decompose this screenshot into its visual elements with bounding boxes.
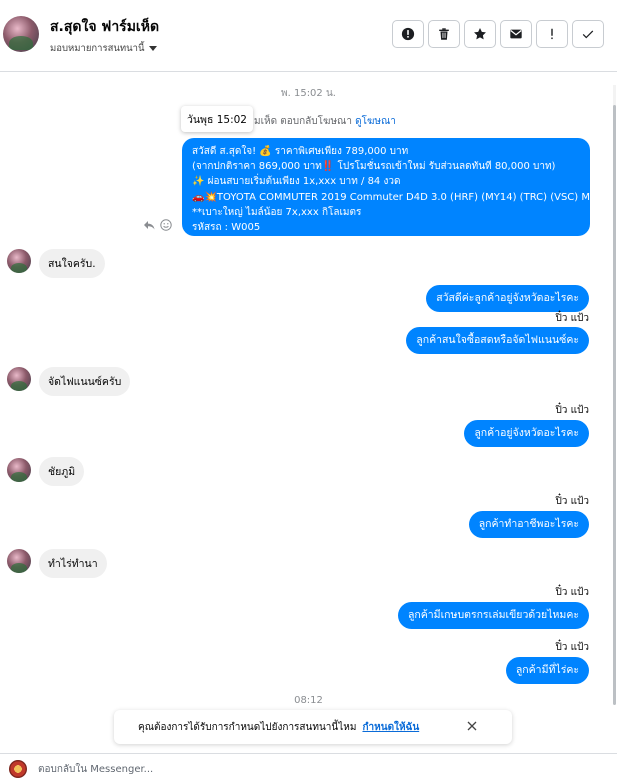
sender-name: ปิ๋ว แป้ว [555, 313, 589, 324]
thread-scrollbar[interactable] [612, 85, 617, 705]
assign-prompt-bar: คุณต้องการได้รับการกำหนดไปยังการสนทนานี้… [114, 710, 512, 744]
ad-reply-note: มเห็ด ตอบกลับโฆษณา ดูโฆษณา [254, 114, 396, 129]
ad-line: (จากปกติราคา 869,000 บาท‼️ โปรโมชั่นรถเข… [192, 161, 556, 173]
ad-line: ✨ ผ่อนสบายเริ่มต้นเพียง 1x,xxx บาท / 84 … [192, 176, 401, 188]
mark-done-button[interactable] [572, 20, 604, 48]
mark-unread-button[interactable] [500, 20, 532, 48]
outgoing-message[interactable]: ลูกค้าทำอาชีพอะไรคะ [468, 511, 589, 538]
outgoing-message[interactable]: สวัสดีค่ะลูกค้าอยู่จังหวัดอะไรคะ [426, 285, 589, 312]
assign-conversation-dropdown[interactable]: มอบหมายการสนทนานี้ [50, 41, 157, 56]
delete-button[interactable] [428, 20, 460, 48]
assign-conversation-label: มอบหมายการสนทนานี้ [50, 43, 145, 54]
contact-name[interactable]: ส.สุดใจ ฟาร์มเห็ด [50, 16, 159, 38]
ad-line: **เบาะใหญ่ ไมล์น้อย 7x,xxx กิโลเมตร [192, 206, 362, 218]
reply-icon[interactable] [143, 219, 155, 231]
contact-avatar-small [7, 249, 31, 273]
page-avatar [9, 760, 27, 778]
smile-icon[interactable] [160, 219, 172, 231]
outgoing-message[interactable]: ลูกค้าอยู่จังหวัดอะไรคะ [464, 420, 589, 447]
sender-name: ปิ๋ว แป้ว [555, 642, 589, 653]
caret-down-icon [148, 46, 157, 51]
outgoing-message[interactable]: ลูกค้ามีที่ไร่คะ [505, 657, 589, 684]
assign-prompt-text: คุณต้องการได้รับการกำหนดไปยังการสนทนานี้… [138, 721, 357, 733]
ad-line: รหัสรถ : W005 [192, 222, 261, 234]
assign-to-me-link[interactable]: กำหนดให้ฉัน [362, 720, 419, 735]
timestamp-divider: พ. 15:02 น. [281, 88, 336, 99]
message-composer [0, 753, 617, 782]
sender-name: ปิ๋ว แป้ว [555, 496, 589, 507]
messenger-conversation-window: ส.สุดใจ ฟาร์มเห็ด มอบหมายการสนทนานี้ พ. … [0, 0, 617, 782]
outgoing-message[interactable]: ลูกค้ามีเกษบตรกรเล่มเขียวด้วยไหมคะ [397, 602, 589, 629]
contact-avatar-small [7, 367, 31, 391]
scrollbar-thumb[interactable] [613, 105, 616, 705]
ad-message-bubble[interactable]: สวัสดี ส.สุดใจ! 💰 ราคาพิเศษเพียง 789,000… [182, 138, 597, 236]
contact-avatar[interactable] [3, 16, 39, 52]
report-icon [401, 27, 415, 41]
mail-icon [510, 29, 522, 39]
ad-line: 🚗💥TOYOTA COMMUTER 2019 Commuter D4D 3.0 … [192, 191, 597, 203]
contact-avatar-small [7, 458, 31, 482]
conversation-header: ส.สุดใจ ฟาร์มเห็ด มอบหมายการสนทนานี้ [0, 0, 617, 72]
ad-line: สวัสดี ส.สุดใจ! 💰 ราคาพิเศษเพียง 789,000… [192, 146, 409, 157]
exclamation-icon [551, 28, 553, 40]
timestamp-divider: 08:12 [294, 695, 323, 706]
timestamp-tooltip: วันพุธ 15:02 [181, 106, 253, 132]
incoming-message[interactable]: ทำไร่ทำนา [39, 549, 107, 578]
contact-avatar-small [7, 549, 31, 573]
trash-icon [439, 28, 449, 40]
ad-reply-note-text: มเห็ด ตอบกลับโฆษณา [254, 116, 352, 127]
view-ad-link[interactable]: ดูโฆษณา [355, 116, 396, 127]
star-icon [474, 28, 486, 40]
report-button[interactable] [392, 20, 424, 48]
check-icon [582, 30, 594, 39]
follow-up-button[interactable] [536, 20, 568, 48]
incoming-message[interactable]: ชัยภูมิ [39, 457, 85, 486]
incoming-message[interactable]: สนใจครับ. [39, 249, 105, 278]
star-button[interactable] [464, 20, 496, 48]
close-icon[interactable] [466, 720, 478, 732]
reply-input[interactable] [38, 759, 598, 779]
outgoing-message[interactable]: ลูกค้าสนใจซื้อสดหรือจัดไฟแนนซ์คะ [406, 327, 589, 354]
incoming-message[interactable]: จัดไฟแนนซ์ครับ [39, 367, 131, 396]
sender-name: ปิ๋ว แป้ว [555, 587, 589, 598]
sender-name: ปิ๋ว แป้ว [555, 405, 589, 416]
